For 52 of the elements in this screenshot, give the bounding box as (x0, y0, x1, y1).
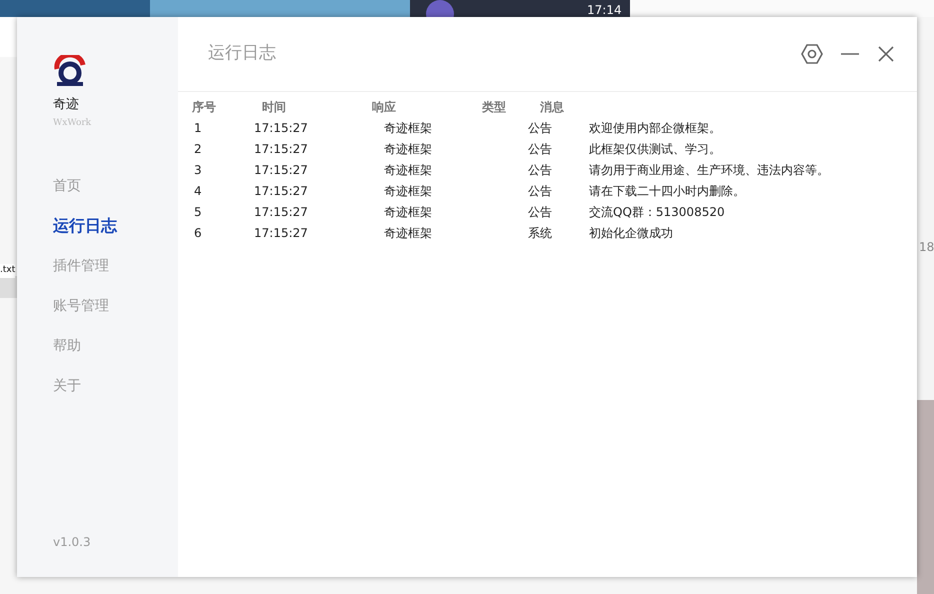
table-cell-text: 17:15:27 (254, 204, 309, 220)
table-cell-text: 奇迹框架 (384, 204, 433, 220)
table-cell-text: 系统 (528, 224, 553, 242)
sidebar-item[interactable]: 关于 (53, 376, 81, 396)
table-cell-text: 公告 (528, 140, 553, 158)
background-text: 18 (919, 239, 934, 256)
minimize-icon (841, 53, 859, 55)
sidebar-item[interactable]: 插件管理 (53, 256, 109, 276)
table-cell-text: 奇迹框架 (384, 120, 433, 136)
table-cell-text: 奇迹框架 (384, 224, 433, 242)
window-title: 运行日志 (208, 42, 276, 66)
table-cell-text: 奇迹框架 (384, 162, 433, 178)
table-cell-text: 请勿用于商业用途、生产环境、违法内容等。 (589, 162, 829, 178)
table-cell-text: 17:15:27 (254, 182, 309, 200)
column-header: 消息 (540, 98, 564, 116)
column-header: 时间 (262, 98, 287, 116)
logo-icon (53, 55, 87, 89)
table-cell-text: 公告 (528, 120, 553, 136)
table-cell-text: 3 (194, 162, 203, 178)
table-cell-text: 奇迹框架 (384, 140, 433, 158)
version-label: v1.0.3 (53, 534, 92, 551)
column-header: 序号 (192, 98, 217, 116)
table-cell-text: 17:15:27 (254, 224, 309, 242)
table-cell-text: 5 (194, 204, 203, 220)
table-cell-text: 奇迹框架 (384, 182, 433, 200)
sidebar-item[interactable]: 帮助 (53, 336, 81, 356)
column-header: 响应 (372, 98, 397, 116)
table-cell-text: 交流QQ群：513008520 (589, 204, 725, 220)
table-cell-text: 此框架仅供测试、学习。 (589, 140, 721, 158)
table-cell-text: 4 (194, 182, 203, 200)
table-cell-text: 17:15:27 (254, 162, 309, 178)
table-cell-text: 1 (194, 120, 203, 136)
sidebar-item[interactable]: 运行日志 (53, 216, 117, 236)
sidebar-item[interactable]: 首页 (53, 176, 81, 196)
background-text: .txt (0, 264, 16, 278)
close-icon (877, 45, 895, 63)
table-cell-text: 初始化企微成功 (589, 224, 673, 242)
background-text: 17:14 (587, 2, 622, 19)
table-cell-text: 17:15:27 (254, 140, 309, 158)
table-cell-text: 2 (194, 140, 203, 158)
column-header: 类型 (482, 98, 507, 116)
settings-icon (801, 43, 823, 65)
table-cell-text: 17:15:27 (254, 120, 309, 136)
logo-title: 奇迹 (53, 96, 80, 114)
table-cell-text: 欢迎使用内部企微框架。 (589, 120, 721, 136)
table-cell-text: 6 (194, 224, 203, 242)
logo-subtitle: WxWork (53, 116, 92, 130)
table-cell-text: 公告 (528, 204, 553, 220)
table-cell-text: 请在下载二十四小时内删除。 (589, 182, 745, 200)
table-cell-text: 公告 (528, 162, 553, 178)
sidebar-item[interactable]: 账号管理 (53, 296, 109, 316)
table-cell-text: 公告 (528, 182, 553, 200)
